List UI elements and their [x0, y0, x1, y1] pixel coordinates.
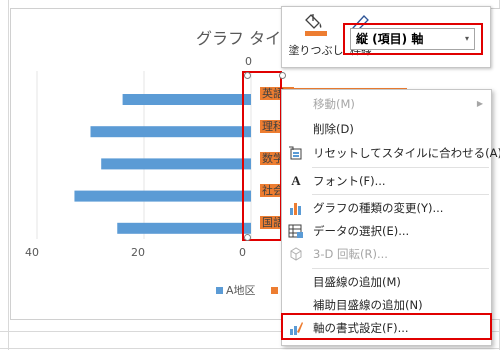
menu-item-select-data[interactable]: データの選択(E)... — [282, 220, 491, 242]
bar-A地区-数学[interactable] — [101, 158, 251, 170]
font-icon: A — [291, 173, 301, 188]
chart-type-icon — [288, 200, 304, 216]
selection-handle[interactable] — [244, 234, 251, 241]
menu-item-3d-rotation: 3-D 回転(R)... — [282, 243, 491, 265]
highlight-selector-box — [343, 23, 483, 55]
x-tick-label: 20 — [131, 246, 145, 259]
legend-swatch-b — [270, 286, 278, 294]
menu-item-move: 移動(M) ▶ — [282, 93, 491, 115]
mini-toolbar: 塗りつぶし 枠線 縦 (項目) 軸 ▾ — [281, 6, 491, 68]
x-tick-label: 0 — [239, 246, 246, 259]
menu-item-font[interactable]: A フォント(F)... — [282, 170, 491, 192]
bar-A地区-英語[interactable] — [122, 94, 251, 105]
top-axis-zero-label: 0 — [245, 55, 252, 68]
menu-separator — [312, 268, 489, 269]
legend-swatch-a — [216, 286, 223, 294]
context-menu: 移動(M) ▶ 削除(D) リセットしてスタイルに合わせる(A) A フォント(… — [281, 89, 500, 346]
menu-item-label: グラフの種類の変更(Y)... — [313, 201, 444, 215]
rotate-3d-icon — [288, 246, 304, 262]
menu-item-label: 3-D 回転(R)... — [313, 247, 388, 261]
menu-item-label: リセットしてスタイルに合わせる(A) — [313, 146, 500, 160]
menu-item-delete[interactable]: 削除(D) — [282, 118, 491, 140]
bar-A地区-理科[interactable] — [90, 126, 252, 138]
menu-item-label: 目盛線の追加(M) — [313, 275, 401, 289]
paint-bucket-icon — [305, 14, 327, 36]
menu-item-label: 移動(M) — [313, 97, 355, 111]
bar-A地区-国語[interactable] — [117, 222, 251, 234]
menu-item-change-chart-type[interactable]: グラフの種類の変更(Y)... — [282, 197, 491, 219]
menu-item-label: データの選択(E)... — [313, 224, 410, 238]
highlight-format-axis-box — [281, 313, 492, 340]
menu-separator — [312, 194, 489, 195]
menu-item-label: フォント(F)... — [313, 174, 386, 188]
fill-button[interactable]: 塗りつぶし — [288, 11, 344, 58]
selection-handle[interactable] — [279, 72, 286, 79]
fill-label: 塗りつぶし — [288, 44, 344, 57]
legend-label-a: A地区 — [226, 284, 256, 297]
x-tick-label: 40 — [25, 246, 39, 259]
submenu-arrow-icon: ▶ — [476, 99, 483, 108]
selection-handle[interactable] — [244, 72, 251, 79]
reset-style-icon — [288, 145, 304, 161]
menu-separator — [312, 167, 489, 168]
menu-item-reset-style[interactable]: リセットしてスタイルに合わせる(A) — [282, 142, 500, 164]
menu-item-add-major-gridlines[interactable]: 目盛線の追加(M) — [282, 271, 491, 293]
menu-item-label: 削除(D) — [313, 122, 354, 136]
vertical-axis-selection[interactable] — [242, 71, 282, 241]
select-data-icon — [288, 223, 304, 239]
bar-A地区-社会[interactable] — [74, 190, 251, 202]
